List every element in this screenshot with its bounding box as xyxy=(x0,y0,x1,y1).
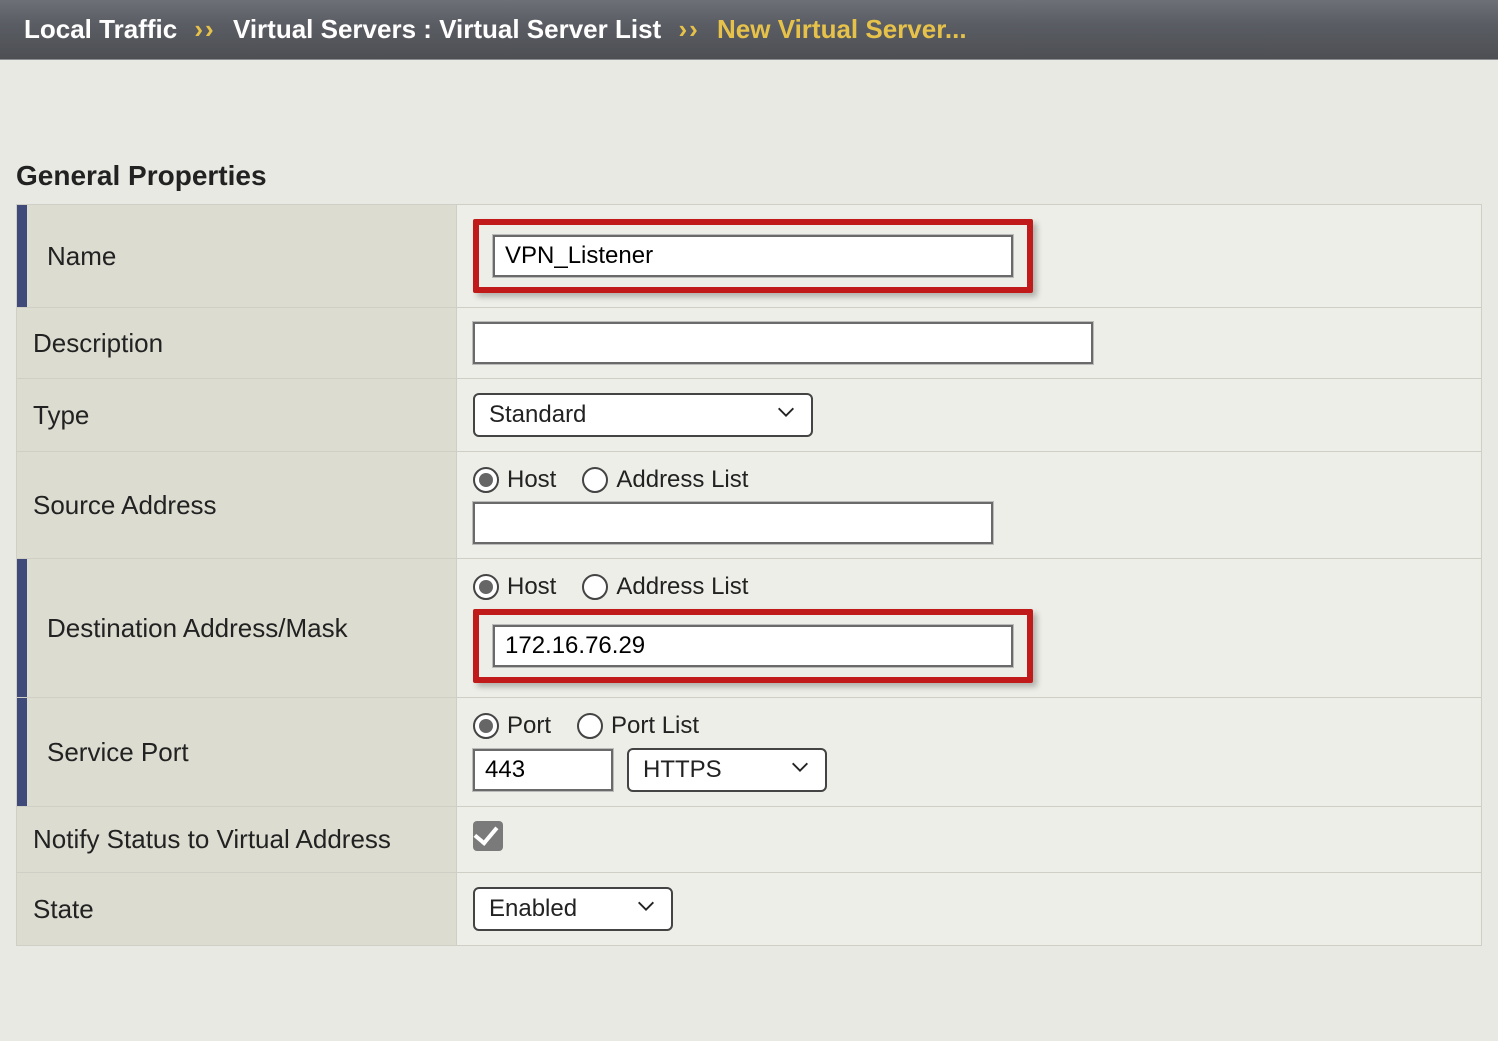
breadcrumb-seg-1[interactable]: Local Traffic xyxy=(24,14,177,44)
dest-radio-host[interactable] xyxy=(473,574,499,600)
label-state: State xyxy=(33,894,94,924)
label-source-address: Source Address xyxy=(33,490,217,520)
service-port-input[interactable] xyxy=(473,749,613,791)
source-radio-addresslist[interactable] xyxy=(582,467,608,493)
port-radio-port-label: Port xyxy=(507,712,551,740)
label-description: Description xyxy=(33,328,163,358)
port-radio-portlist[interactable] xyxy=(577,713,603,739)
state-select[interactable]: Enabled xyxy=(473,887,673,931)
dest-radio-host-label: Host xyxy=(507,573,556,601)
section-title-general-properties: General Properties xyxy=(16,160,1482,192)
breadcrumb-sep-1: ›› xyxy=(184,14,225,44)
source-radio-host-label: Host xyxy=(507,466,556,494)
name-input[interactable] xyxy=(493,235,1013,277)
state-select-value: Enabled xyxy=(489,895,577,923)
breadcrumb-sep-2: ›› xyxy=(668,14,709,44)
source-address-input[interactable] xyxy=(473,502,993,544)
type-select-value: Standard xyxy=(489,401,586,429)
destination-address-input[interactable] xyxy=(493,625,1013,667)
highlight-destination xyxy=(473,609,1033,683)
chevron-down-icon xyxy=(789,756,811,785)
service-port-protocol-value: HTTPS xyxy=(643,756,722,784)
breadcrumb-seg-2[interactable]: Virtual Servers : Virtual Server List xyxy=(233,14,661,44)
port-radio-port[interactable] xyxy=(473,713,499,739)
highlight-name xyxy=(473,219,1033,293)
notify-status-checkbox[interactable] xyxy=(473,821,503,851)
description-input[interactable] xyxy=(473,322,1093,364)
chevron-down-icon xyxy=(775,401,797,430)
label-notify-status: Notify Status to Virtual Address xyxy=(33,824,391,854)
dest-radio-addresslist-label: Address List xyxy=(616,573,748,601)
breadcrumb: Local Traffic ›› Virtual Servers : Virtu… xyxy=(0,0,1498,60)
type-select[interactable]: Standard xyxy=(473,393,813,437)
label-name: Name xyxy=(47,241,116,271)
label-service-port: Service Port xyxy=(47,737,189,767)
source-radio-host[interactable] xyxy=(473,467,499,493)
dest-radio-addresslist[interactable] xyxy=(582,574,608,600)
breadcrumb-seg-3: New Virtual Server... xyxy=(717,14,967,44)
port-radio-portlist-label: Port List xyxy=(611,712,699,740)
service-port-protocol-select[interactable]: HTTPS xyxy=(627,748,827,792)
general-properties-form: Name Description Type Standard xyxy=(16,204,1482,946)
source-radio-addresslist-label: Address List xyxy=(616,466,748,494)
chevron-down-icon xyxy=(635,895,657,924)
label-type: Type xyxy=(33,400,89,430)
label-destination-address: Destination Address/Mask xyxy=(47,613,348,643)
